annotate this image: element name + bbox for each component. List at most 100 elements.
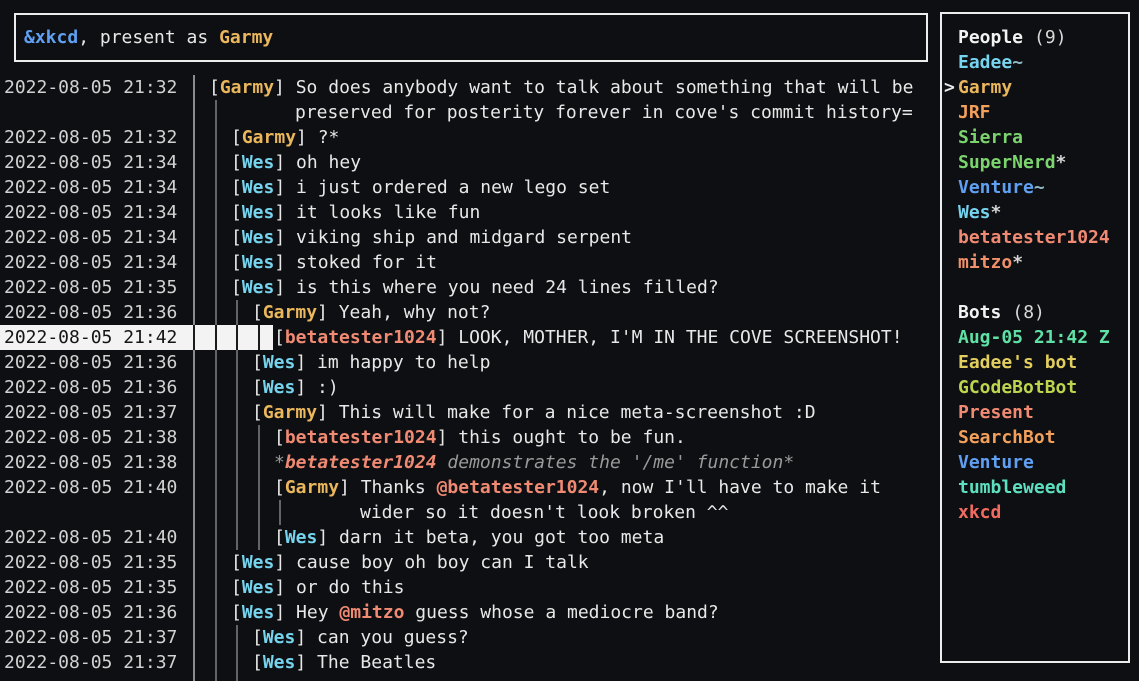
bracket: [ xyxy=(231,252,242,273)
chat-message-row[interactable]: 2022-08-05 21:35[Wes] is this where you … xyxy=(0,275,936,300)
bracket: [ xyxy=(231,177,242,198)
chat-message-row[interactable]: 2022-08-05 21:36[Wes] im happy to help xyxy=(0,350,936,375)
message-nick: Wes xyxy=(242,602,275,623)
bracket: ] xyxy=(295,352,317,373)
bracket: [ xyxy=(231,227,242,248)
user-list-item[interactable]: >Garmy xyxy=(942,75,1128,100)
bracket: [ xyxy=(209,77,220,98)
timestamp: 2022-08-05 21:38 xyxy=(4,450,177,475)
bracket: ] xyxy=(274,552,296,573)
message-segment: ?* xyxy=(318,127,340,148)
message-segment: @mitzo xyxy=(339,602,404,623)
chat-message-row[interactable]: 2022-08-05 21:40[Wes] darn it beta, you … xyxy=(0,525,936,550)
timestamp: 2022-08-05 21:36 xyxy=(4,350,177,375)
selection-marker: > xyxy=(944,75,955,100)
message-text: [Wes] i just ordered a new lego set xyxy=(231,175,610,200)
bot-list-item[interactable]: tumbleweed xyxy=(942,475,1128,500)
user-list-item[interactable]: mitzo* xyxy=(942,250,1128,275)
user-name: SuperNerd xyxy=(958,152,1056,173)
message-nick: Wes xyxy=(263,627,296,648)
user-name: Wes xyxy=(958,202,991,223)
message-nick: betatester1024 xyxy=(285,427,437,448)
bot-list-item[interactable]: Present xyxy=(942,400,1128,425)
user-list-item[interactable]: Eadee~ xyxy=(942,50,1128,75)
chat-message-wrap-row[interactable]: preserved for posterity forever in cove'… xyxy=(0,100,936,125)
chat-message-row[interactable]: 2022-08-05 21:34[Wes] stoked for it xyxy=(0,250,936,275)
bracket: ] xyxy=(317,402,339,423)
message-nick: Wes xyxy=(242,202,275,223)
bots-count: (8) xyxy=(1012,302,1045,323)
chat-message-row[interactable]: 2022-08-05 21:35[Wes] cause boy oh boy c… xyxy=(0,550,936,575)
bracket: [ xyxy=(252,402,263,423)
message-text: [betatester1024] LOOK, MOTHER, I'M IN TH… xyxy=(274,325,903,350)
message-segment: :) xyxy=(317,377,339,398)
chat-message-row[interactable]: 2022-08-05 21:36[Wes] Hey @mitzo guess w… xyxy=(0,600,936,625)
chat-message-row[interactable]: 2022-08-05 21:37[Wes] The Beatles xyxy=(0,650,936,675)
user-list-item[interactable]: Venture~ xyxy=(942,175,1128,200)
message-segment: demonstrates the '/me' function* xyxy=(437,452,795,473)
bracket: ] xyxy=(274,577,296,598)
bracket: ] xyxy=(274,177,296,198)
bracket: [ xyxy=(274,527,285,548)
chat-message-wrap-row[interactable]: wider so it doesn't look broken ^^ xyxy=(0,500,936,525)
user-list-item[interactable]: Sierra xyxy=(942,125,1128,150)
message-segment: im happy to help xyxy=(317,352,490,373)
message-text: [Wes] cause boy oh boy can I talk xyxy=(231,550,589,575)
chat-message-row[interactable]: 2022-08-05 21:32[Garmy] So does anybody … xyxy=(0,75,936,100)
bracket: ] xyxy=(274,252,296,273)
timestamp: 2022-08-05 21:42 xyxy=(4,325,177,350)
timestamp: 2022-08-05 21:32 xyxy=(4,125,177,150)
message-nick: betatester1024 xyxy=(285,452,437,473)
chat-message-row[interactable]: 2022-08-05 21:37[Wes] can you guess? xyxy=(0,625,936,650)
timestamp: 2022-08-05 21:32 xyxy=(4,75,177,100)
chat-message-row[interactable]: 2022-08-05 21:42 [betatester1024] LOOK, M… xyxy=(0,325,936,350)
chat-message-row[interactable]: 2022-08-05 21:35[Wes] or do this xyxy=(0,575,936,600)
presence-suffix: ~ xyxy=(1012,52,1023,73)
bot-list-item[interactable]: Eadee's bot xyxy=(942,350,1128,375)
chat-message-row[interactable]: 2022-08-05 21:38[betatester1024] this ou… xyxy=(0,425,936,450)
message-segment: This will make for a nice meta-screensho… xyxy=(339,402,816,423)
message-text: [Garmy] ?* xyxy=(231,125,339,150)
user-list-item[interactable]: SuperNerd* xyxy=(942,150,1128,175)
bot-list-item[interactable]: xkcd xyxy=(942,500,1128,525)
message-segment: can you guess? xyxy=(317,627,469,648)
message-segment: LOOK, MOTHER, I'M IN THE COVE SCREENSHOT… xyxy=(458,327,902,348)
message-text: [Wes] can you guess? xyxy=(252,625,469,650)
timestamp: 2022-08-05 21:38 xyxy=(4,425,177,450)
chat-message-row[interactable]: 2022-08-05 21:40[Garmy] Thanks @betatest… xyxy=(0,475,936,500)
message-segment: The Beatles xyxy=(317,652,436,673)
bot-list-item[interactable]: SearchBot xyxy=(942,425,1128,450)
bracket: ] xyxy=(274,227,296,248)
message-nick: Garmy xyxy=(263,402,317,423)
chat-log[interactable]: 2022-08-05 21:32[Garmy] So does anybody … xyxy=(0,75,938,681)
bot-name: SearchBot xyxy=(958,427,1056,448)
timestamp: 2022-08-05 21:40 xyxy=(4,475,177,500)
thread-guide-line xyxy=(193,325,195,350)
bracket: ] xyxy=(274,202,296,223)
chat-message-row[interactable]: 2022-08-05 21:34[Wes] oh hey xyxy=(0,150,936,175)
timestamp: 2022-08-05 21:37 xyxy=(4,400,177,425)
people-header: People(9) xyxy=(942,25,1128,50)
chat-message-row[interactable]: 2022-08-05 21:36[Garmy] Yeah, why not? xyxy=(0,300,936,325)
user-list-item[interactable]: Wes* xyxy=(942,200,1128,225)
chat-message-row[interactable]: 2022-08-05 21:37 [Garmy] This will make f… xyxy=(0,400,936,425)
presence-suffix: * xyxy=(1012,252,1023,273)
bot-list-item[interactable]: Venture xyxy=(942,450,1128,475)
bracket: ] xyxy=(296,127,318,148)
chat-message-row[interactable]: 2022-08-05 21:32 [Garmy] ?* xyxy=(0,125,936,150)
chat-message-row[interactable]: 2022-08-05 21:38*betatester1024 demonstr… xyxy=(0,450,936,475)
bot-name: tumbleweed xyxy=(958,477,1066,498)
message-nick: Wes xyxy=(263,652,296,673)
thread-guide-line xyxy=(236,325,238,350)
message-text: [Wes] viking ship and midgard serpent xyxy=(231,225,632,250)
chat-message-row[interactable]: 2022-08-05 21:34[Wes] it looks like fun xyxy=(0,200,936,225)
message-nick: Wes xyxy=(242,177,275,198)
bot-list-item[interactable]: Aug-05 21:42 Z xyxy=(942,325,1128,350)
user-list-item[interactable]: betatester1024 xyxy=(942,225,1128,250)
user-list-item[interactable]: JRF xyxy=(942,100,1128,125)
timestamp: 2022-08-05 21:36 xyxy=(4,300,177,325)
chat-message-row[interactable]: 2022-08-05 21:34[Wes] viking ship and mi… xyxy=(0,225,936,250)
chat-message-row[interactable]: 2022-08-05 21:34[Wes] i just ordered a n… xyxy=(0,175,936,200)
chat-message-row[interactable]: 2022-08-05 21:36[Wes] :) xyxy=(0,375,936,400)
bot-list-item[interactable]: GCodeBotBot xyxy=(942,375,1128,400)
